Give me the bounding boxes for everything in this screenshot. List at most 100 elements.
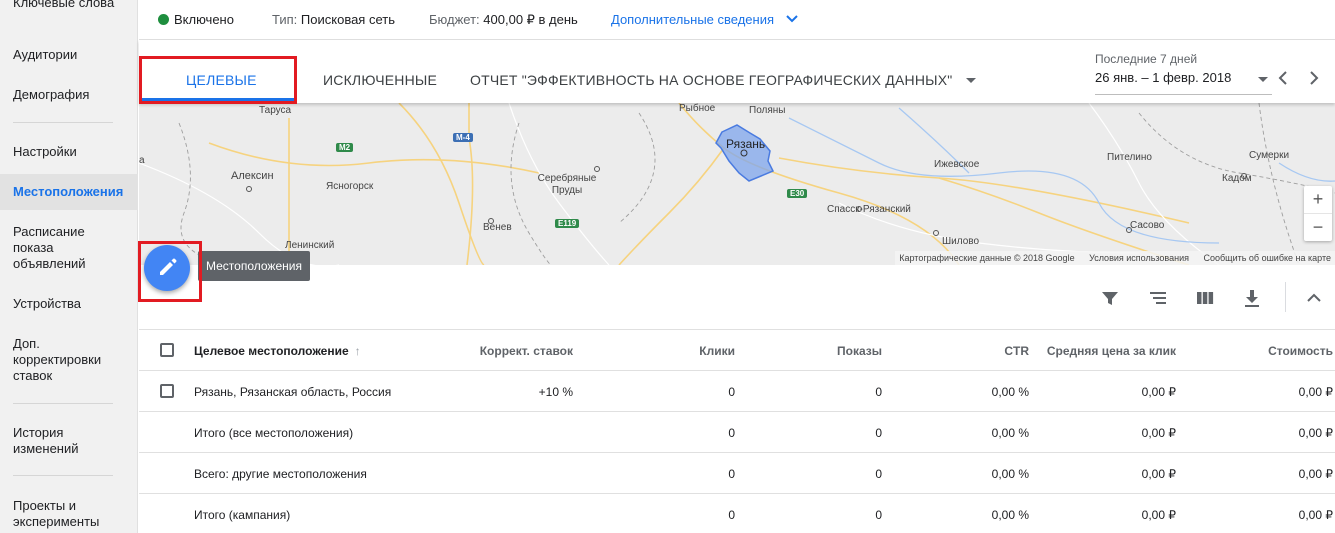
road-badge: M-4 — [453, 133, 473, 142]
date-range-selector[interactable]: 26 янв. – 1 февр. 2018 — [1095, 70, 1272, 95]
cell-location: Итого (кампания) — [194, 508, 291, 522]
budget-value: 400,00 ₽ в день — [483, 12, 578, 27]
column-header-ctr[interactable]: CTR — [1004, 344, 1029, 358]
cell-ctr: 0,00 % — [991, 467, 1029, 481]
sidebar-item-change-history[interactable]: История изменений — [13, 425, 128, 457]
filter-icon[interactable] — [1099, 287, 1121, 309]
budget-label: Бюджет: — [429, 12, 480, 27]
zoom-out-button[interactable]: − — [1304, 214, 1332, 241]
tab-geographic-report-label: ОТЧЕТ "ЭФФЕКТИВНОСТЬ НА ОСНОВЕ ГЕОГРАФИЧ… — [470, 72, 953, 88]
column-header-bid-adj[interactable]: Коррект. ставок — [480, 344, 573, 358]
table-toolbar — [139, 265, 1335, 330]
sidebar-item-locations[interactable]: Местоположения — [0, 174, 138, 210]
status-indicator: Включено — [158, 12, 234, 27]
map-label: Таруса — [259, 105, 292, 116]
sidebar-item-audiences[interactable]: Аудитории — [13, 47, 128, 63]
map-label: Шилово — [942, 236, 980, 247]
map-label: Ленинский — [285, 240, 335, 251]
column-header-clicks[interactable]: Клики — [699, 344, 735, 358]
app-root: Ключевые слова Аудитории Демография Наст… — [0, 0, 1335, 533]
select-all-checkbox[interactable] — [160, 343, 174, 357]
caret-down-icon — [1258, 77, 1268, 82]
map-report-link[interactable]: Сообщить об ошибке на карте — [1204, 253, 1331, 263]
table-row: Итого (все местоположения) 0 0 0,00 % 0,… — [139, 412, 1335, 453]
cell-avg-cpc: 0,00 ₽ — [1141, 467, 1176, 481]
chevron-left-icon[interactable] — [1278, 71, 1288, 85]
location-map[interactable]: Таруса Алексин Ясногорск Серебряные Пруд… — [139, 103, 1335, 265]
fab-tooltip: Местоположения — [198, 251, 310, 281]
locations-tab-bar: ЦЕЛЕВЫЕ ИСКЛЮЧЕННЫЕ ОТЧЕТ "ЭФФЕКТИВНОСТЬ… — [139, 40, 1335, 103]
map-terms-link[interactable]: Условия использования — [1089, 253, 1189, 263]
map-label: Серебряные Пруды — [537, 173, 597, 196]
column-header-avg-cpc[interactable]: Средняя цена за клик — [1047, 344, 1176, 358]
map-label: Сумерки — [1249, 150, 1290, 161]
road-badge: M2 — [336, 143, 354, 152]
date-range-label: Последние 7 дней — [1095, 52, 1198, 66]
campaign-type: Тип: Поисковая сеть — [272, 12, 395, 27]
map-label: Спасск-Рязанский — [827, 204, 911, 215]
cell-clicks: 0 — [728, 426, 735, 440]
table-row: Итого (кампания) 0 0 0,00 % 0,00 ₽ 0,00 … — [139, 494, 1335, 533]
cell-impressions: 0 — [875, 426, 882, 440]
campaign-status-bar: Включено Тип: Поисковая сеть Бюджет: 400… — [139, 0, 1335, 40]
sidebar-item-bid-adjustments[interactable]: Доп. корректировки ставок — [13, 336, 128, 384]
cell-cost: 0,00 ₽ — [1298, 426, 1333, 440]
chevron-down-icon — [785, 15, 798, 23]
cell-bid-adj[interactable]: +10 % — [539, 385, 573, 399]
sidebar-item-demographics[interactable]: Демография — [13, 87, 128, 103]
cell-impressions: 0 — [875, 385, 882, 399]
zoom-in-button[interactable]: + — [1304, 186, 1332, 213]
download-icon[interactable] — [1241, 287, 1263, 309]
map-label: Венев — [483, 222, 512, 233]
cell-avg-cpc: 0,00 ₽ — [1141, 508, 1176, 522]
map-label: Рыбное — [679, 103, 716, 114]
column-header-location[interactable]: Целевое местоположение ↑ — [194, 344, 361, 358]
highlight-box-fab — [138, 241, 202, 302]
campaign-type-value: Поисковая сеть — [300, 12, 395, 27]
table-header-row: Целевое местоположение ↑ Коррект. ставок … — [139, 330, 1335, 371]
cell-cost: 0,00 ₽ — [1298, 508, 1333, 522]
sidebar-item-keywords[interactable]: Ключевые слова — [13, 0, 128, 11]
sidebar-item-devices[interactable]: Устройства — [13, 296, 128, 312]
row-checkbox[interactable] — [160, 384, 174, 398]
column-header-cost[interactable]: Стоимость — [1268, 344, 1333, 358]
column-header-location-label: Целевое местоположение — [194, 344, 349, 358]
cell-clicks: 0 — [728, 467, 735, 481]
sidebar-item-ad-schedule[interactable]: Расписание показа объявлений — [13, 224, 128, 272]
campaign-budget: Бюджет: 400,00 ₽ в день — [429, 12, 578, 28]
cell-avg-cpc: 0,00 ₽ — [1141, 426, 1176, 440]
table-row: Всего: другие местоположения 0 0 0,00 % … — [139, 453, 1335, 494]
toolbar-divider — [1285, 282, 1286, 312]
chevron-right-icon[interactable] — [1309, 71, 1319, 85]
tab-geographic-report[interactable]: ОТЧЕТ "ЭФФЕКТИВНОСТЬ НА ОСНОВЕ ГЕОГРАФИЧ… — [470, 72, 977, 88]
map-label: Поляны — [749, 105, 786, 116]
cell-location: Всего: другие местоположения — [194, 467, 367, 481]
map-label: Ижевское — [934, 159, 980, 170]
collapse-icon[interactable] — [1303, 287, 1325, 309]
cell-impressions: 0 — [875, 508, 882, 522]
map-attribution: Картографические данные © 2018 Google Ус… — [895, 251, 1335, 265]
cell-location: Итого (все местоположения) — [194, 426, 354, 440]
map-label: Пителино — [1107, 152, 1152, 163]
map-label: Кадом — [1222, 173, 1252, 184]
tab-excluded[interactable]: ИСКЛЮЧЕННЫЕ — [323, 72, 437, 88]
details-link[interactable]: Дополнительные сведения — [611, 12, 798, 27]
sidebar-item-drafts-experiments[interactable]: Проекты и эксперименты — [13, 498, 128, 530]
map-label-ryazan: Рязань — [726, 137, 766, 151]
locations-table: Целевое местоположение ↑ Коррект. ставок … — [139, 330, 1335, 533]
cell-cost: 0,00 ₽ — [1298, 467, 1333, 481]
map-data-credit: Картографические данные © 2018 Google — [899, 253, 1075, 263]
segment-icon[interactable] — [1147, 287, 1169, 309]
cell-impressions: 0 — [875, 467, 882, 481]
map-label: Ясногорск — [326, 181, 374, 192]
sidebar-divider — [13, 475, 113, 476]
columns-icon[interactable] — [1194, 287, 1216, 309]
sidebar-divider — [13, 122, 113, 123]
cell-ctr: 0,00 % — [991, 385, 1029, 399]
map-label: Сасово — [1130, 220, 1165, 231]
highlight-box-tab — [139, 56, 297, 104]
map-label: а — [139, 155, 145, 166]
cell-avg-cpc: 0,00 ₽ — [1141, 385, 1176, 399]
column-header-impressions[interactable]: Показы — [837, 344, 882, 358]
sidebar-item-settings[interactable]: Настройки — [13, 144, 128, 160]
